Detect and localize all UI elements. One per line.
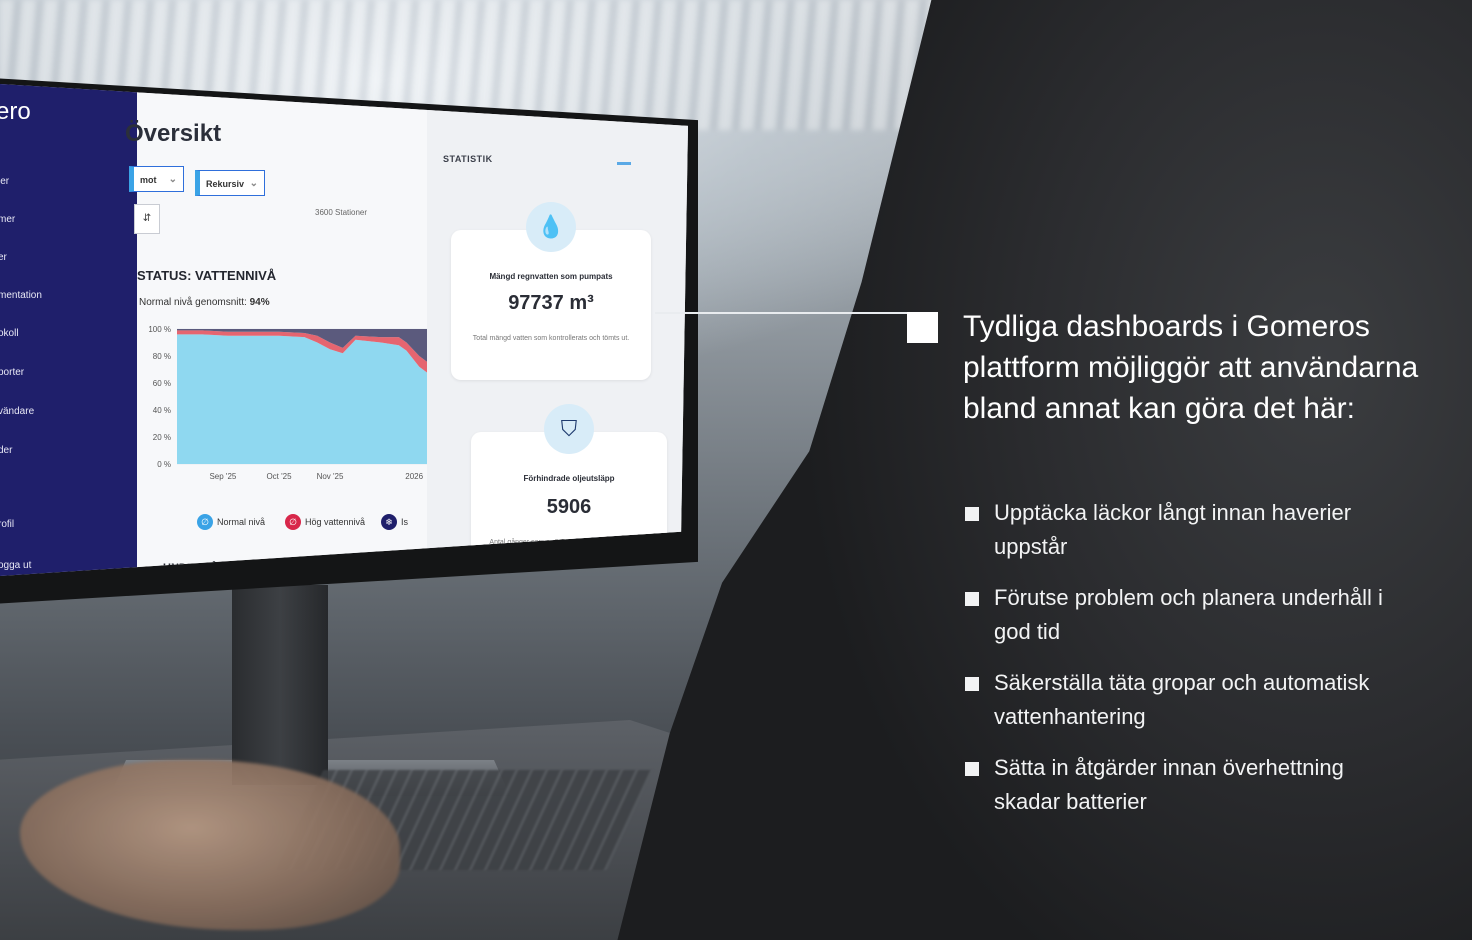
card-value: 97737 m³: [508, 292, 594, 314]
legend-ice[interactable]: ❄ Is: [381, 514, 408, 530]
stations-count: 3600 Stationer: [315, 208, 368, 217]
card-label: Mängd regnvatten som pumpats: [489, 272, 613, 281]
statistics-panel: STATISTIK 💧 Mängd regnvatten som pumpats…: [427, 84, 688, 576]
legend-high-label: Hög vattennivå: [305, 517, 366, 527]
x-tick-label: 2026: [405, 472, 423, 481]
sidebar-item-1[interactable]: ler: [0, 176, 9, 187]
average-label-text: Normal nivå genomsnitt:: [139, 297, 247, 308]
square-bullet-icon: [965, 762, 979, 776]
water-drop-icon: 💧: [526, 202, 576, 252]
x-tick-label: Nov '25: [317, 472, 344, 481]
sidebar-item-reports[interactable]: porter: [0, 367, 24, 378]
average-value: 94%: [249, 297, 270, 308]
callout-marker: [907, 312, 938, 343]
callout-bullet-list: Upptäcka läckor långt innan haverier upp…: [965, 496, 1385, 836]
legend-ice-label: Is: [401, 517, 409, 527]
bullet-item: Säkerställa täta gropar och automatisk v…: [965, 666, 1385, 734]
chevron-down-icon: ⌄: [168, 174, 177, 185]
sidebar-item-users[interactable]: vändare: [0, 406, 34, 417]
callout-headline: Tydliga dashboards i Gomeros plattform m…: [963, 310, 1419, 425]
sidebar-item-8[interactable]: der: [0, 445, 12, 456]
brand-logo: ero: [0, 98, 31, 125]
card-description: Total mängd vatten som kontrollerats och…: [472, 335, 630, 342]
average-label: Normal nivå genomsnitt: 94%: [139, 297, 270, 308]
sidebar-item-logout[interactable]: ogga ut: [0, 560, 31, 571]
bullet-item: Förutse problem och planera underhåll i …: [965, 581, 1385, 649]
sidebar-item-profile[interactable]: rofil: [0, 519, 14, 530]
bullet-item: Sätta in åtgärder innan överhettning ska…: [965, 751, 1385, 819]
dashboard-screen: ero ler mer er mentation okoll porter vä…: [0, 84, 688, 576]
snowflake-icon: ❄: [381, 514, 397, 530]
sidebar-item-2[interactable]: mer: [0, 214, 15, 225]
page-title: Översikt: [125, 120, 222, 147]
sidebar: ero ler mer er mentation okoll porter vä…: [0, 84, 137, 576]
filter-select-1[interactable]: mot ⌄: [129, 166, 184, 192]
callout-connector-line: [655, 312, 910, 314]
bullet-text: Sätta in åtgärder innan överhettning ska…: [994, 755, 1344, 814]
square-bullet-icon: [965, 507, 979, 521]
sidebar-item-protocol[interactable]: okoll: [0, 328, 19, 339]
bullet-text: Upptäcka läckor långt innan haverier upp…: [994, 500, 1352, 559]
y-tick-label: 80 %: [153, 352, 171, 361]
x-tick-label: Sep '25: [209, 472, 236, 481]
bullet-text: Förutse problem och planera underhåll i …: [994, 585, 1383, 644]
square-bullet-icon: [965, 592, 979, 606]
bullet-item: Upptäcka läckor långt innan haverier upp…: [965, 496, 1385, 564]
y-tick-label: 60 %: [153, 379, 171, 388]
card-value: 5906: [546, 496, 592, 518]
main-content: Översikt mot ⌄ Rekursiv ⌄ ⇵ 3600 Station…: [125, 84, 432, 576]
filter-select-2[interactable]: Rekursiv ⌄: [195, 170, 265, 196]
y-tick-label: 20 %: [153, 433, 171, 442]
area-series-normal-nivå: [177, 334, 432, 464]
y-tick-label: 40 %: [153, 406, 171, 415]
sidebar-item-3[interactable]: er: [0, 252, 7, 263]
legend-normal[interactable]: ∅ Normal nivå: [197, 514, 265, 530]
filter-select-2-value: Rekursiv: [206, 179, 245, 189]
sort-button[interactable]: ⇵: [134, 204, 160, 234]
shield-icon: ⛉: [544, 404, 594, 454]
y-tick-label: 100 %: [148, 325, 171, 334]
monitor-stand: [232, 585, 328, 785]
square-bullet-icon: [965, 677, 979, 691]
y-tick-label: 0 %: [157, 460, 171, 469]
legend-normal-label: Normal nivå: [217, 517, 266, 527]
filter-select-1-value: mot: [140, 175, 157, 185]
status-title: STATUS: VATTENNIVÅ: [137, 268, 277, 283]
legend-high[interactable]: ∅ Hög vattennivå: [285, 514, 365, 530]
sidebar-item-documentation[interactable]: mentation: [0, 290, 42, 301]
bullet-text: Säkerställa täta gropar och automatisk v…: [994, 670, 1370, 729]
droplet-icon: ∅: [285, 514, 301, 530]
panel-toggle[interactable]: [617, 162, 631, 165]
droplet-icon: ∅: [197, 514, 213, 530]
water-level-chart: 100 % 80 % 60 % 40 % 20 % 0 % Sep '25 Oct '25 No…: [148, 325, 432, 481]
stat-card-rainwater: 💧 Mängd regnvatten som pumpats 97737 m³ …: [451, 202, 651, 380]
statistics-title: STATISTIK: [443, 154, 493, 164]
card-label: Förhindrade oljeutsläpp: [523, 474, 615, 483]
chevron-down-icon: ⌄: [249, 178, 258, 189]
x-tick-label: Oct '25: [266, 472, 292, 481]
